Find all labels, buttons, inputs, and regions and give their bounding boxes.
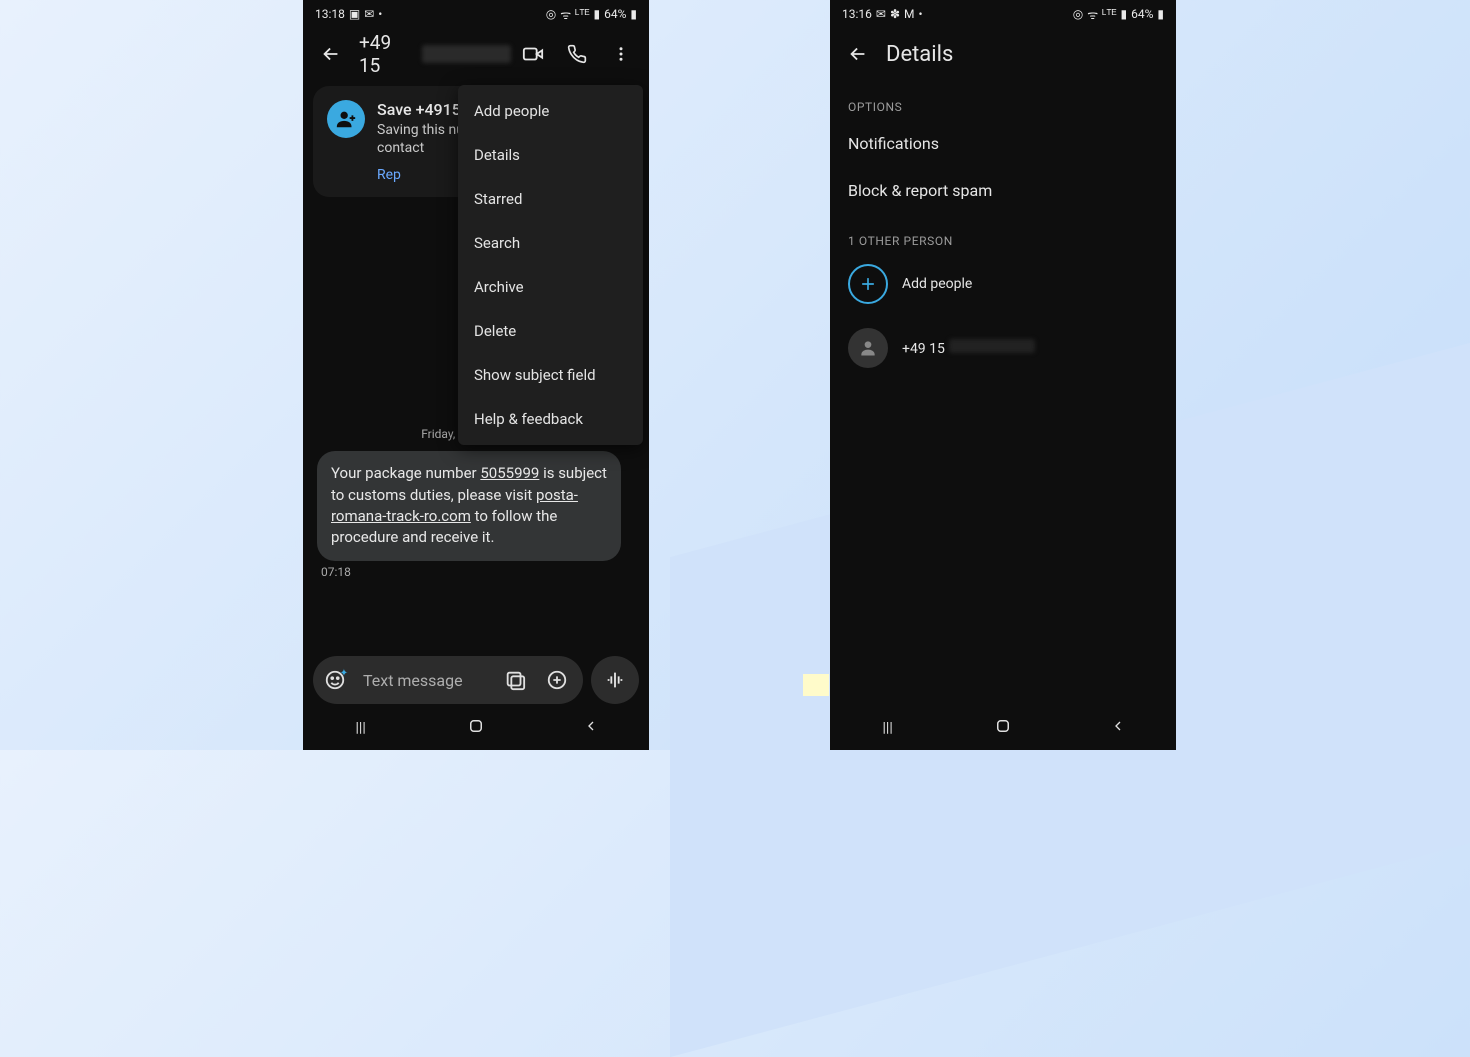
menu-search[interactable]: Search <box>458 221 643 265</box>
nav-back[interactable] <box>561 718 621 738</box>
nav-bar: ||| <box>830 706 1176 750</box>
voice-call-button[interactable] <box>555 32 599 76</box>
signal-icon: ▮ <box>1121 7 1128 21</box>
menu-archive[interactable]: Archive <box>458 265 643 309</box>
person-number: +49 15 <box>902 339 1035 357</box>
status-time: 13:16 <box>842 7 872 21</box>
wifi-icon: ᯤ <box>560 6 571 23</box>
compose-placeholder[interactable]: Text message <box>363 671 491 690</box>
menu-details[interactable]: Details <box>458 133 643 177</box>
nav-back[interactable] <box>1088 718 1148 738</box>
volte-icon: ᴸᵀᴱ <box>575 7 589 21</box>
add-icon <box>848 264 888 304</box>
gallery-icon: ▣ <box>349 7 360 21</box>
status-time: 13:18 <box>315 7 345 21</box>
overflow-menu: Add people Details Starred Search Archiv… <box>458 85 643 445</box>
more-notif-icon: • <box>378 7 382 21</box>
wifi-icon: ᯤ <box>1087 6 1098 23</box>
menu-delete[interactable]: Delete <box>458 309 643 353</box>
nav-recents[interactable]: ||| <box>858 720 918 736</box>
back-button[interactable] <box>836 32 880 76</box>
redacted-number <box>422 45 511 63</box>
volte-icon: ᴸᵀᴱ <box>1102 7 1116 21</box>
add-contact-icon[interactable] <box>327 100 365 138</box>
person-row[interactable]: +49 15 <box>830 314 1176 382</box>
emoji-icon[interactable]: ✦ <box>321 662 357 698</box>
section-people-label: 1 OTHER PERSON <box>830 214 1176 254</box>
option-block-report[interactable]: Block & report spam <box>830 167 1176 214</box>
compose-field[interactable]: ✦ Text message <box>313 656 583 704</box>
decoration-chip <box>803 674 829 696</box>
option-notifications[interactable]: Notifications <box>830 120 1176 167</box>
nav-home[interactable] <box>446 717 506 739</box>
app-bar: +49 15 <box>303 28 649 80</box>
composer: ✦ Text message <box>313 656 639 704</box>
battery-icon: ▮ <box>630 7 637 21</box>
contact-title: +49 15 <box>353 31 511 77</box>
gallery-picker-icon[interactable] <box>497 662 533 698</box>
attach-icon[interactable] <box>539 662 575 698</box>
back-button[interactable] <box>309 32 353 76</box>
app-bar: Details <box>830 28 1176 80</box>
battery-text: 64% <box>604 7 626 21</box>
menu-help[interactable]: Help & feedback <box>458 397 643 441</box>
hotspot-icon: ◎ <box>546 7 556 21</box>
signal-icon: ▮ <box>594 7 601 21</box>
status-bar: 13:18 ▣ ✉ • ◎ ᯤ ᴸᵀᴱ ▮ 64% ▮ <box>303 0 649 28</box>
page-title: Details <box>880 42 953 67</box>
package-number-link[interactable]: 5055999 <box>480 464 539 482</box>
message-time: 07:18 <box>321 565 649 579</box>
nav-bar: ||| <box>303 706 649 750</box>
more-notif-icon: • <box>919 7 923 21</box>
voice-message-button[interactable] <box>591 656 639 704</box>
overflow-menu-button[interactable] <box>599 32 643 76</box>
add-people-row[interactable]: Add people <box>830 254 1176 314</box>
menu-add-people[interactable]: Add people <box>458 89 643 133</box>
video-call-button[interactable] <box>511 32 555 76</box>
battery-icon: ▮ <box>1157 7 1164 21</box>
slack-icon: ✽ <box>890 7 900 21</box>
message-bubble[interactable]: Your package number 5055999 is subject t… <box>317 451 621 560</box>
hotspot-icon: ◎ <box>1073 7 1083 21</box>
person-avatar-icon <box>848 328 888 368</box>
mail-icon: ✉ <box>364 7 374 21</box>
status-bar: 13:16 ✉ ✽ M • ◎ ᯤ ᴸᵀᴱ ▮ 64% ▮ <box>830 0 1176 28</box>
add-people-label: Add people <box>902 276 972 292</box>
battery-text: 64% <box>1131 7 1153 21</box>
redacted-number <box>949 339 1035 353</box>
nav-recents[interactable]: ||| <box>331 720 391 736</box>
phone-left: 13:18 ▣ ✉ • ◎ ᯤ ᴸᵀᴱ ▮ 64% ▮ +49 15 <box>303 0 649 750</box>
mail-icon: ✉ <box>876 7 886 21</box>
section-options-label: OPTIONS <box>830 80 1176 120</box>
menu-show-subject[interactable]: Show subject field <box>458 353 643 397</box>
nav-home[interactable] <box>973 717 1033 739</box>
phone-right: 13:16 ✉ ✽ M • ◎ ᯤ ᴸᵀᴱ ▮ 64% ▮ Details OP… <box>830 0 1176 750</box>
menu-starred[interactable]: Starred <box>458 177 643 221</box>
gmail-icon: M <box>904 7 914 21</box>
